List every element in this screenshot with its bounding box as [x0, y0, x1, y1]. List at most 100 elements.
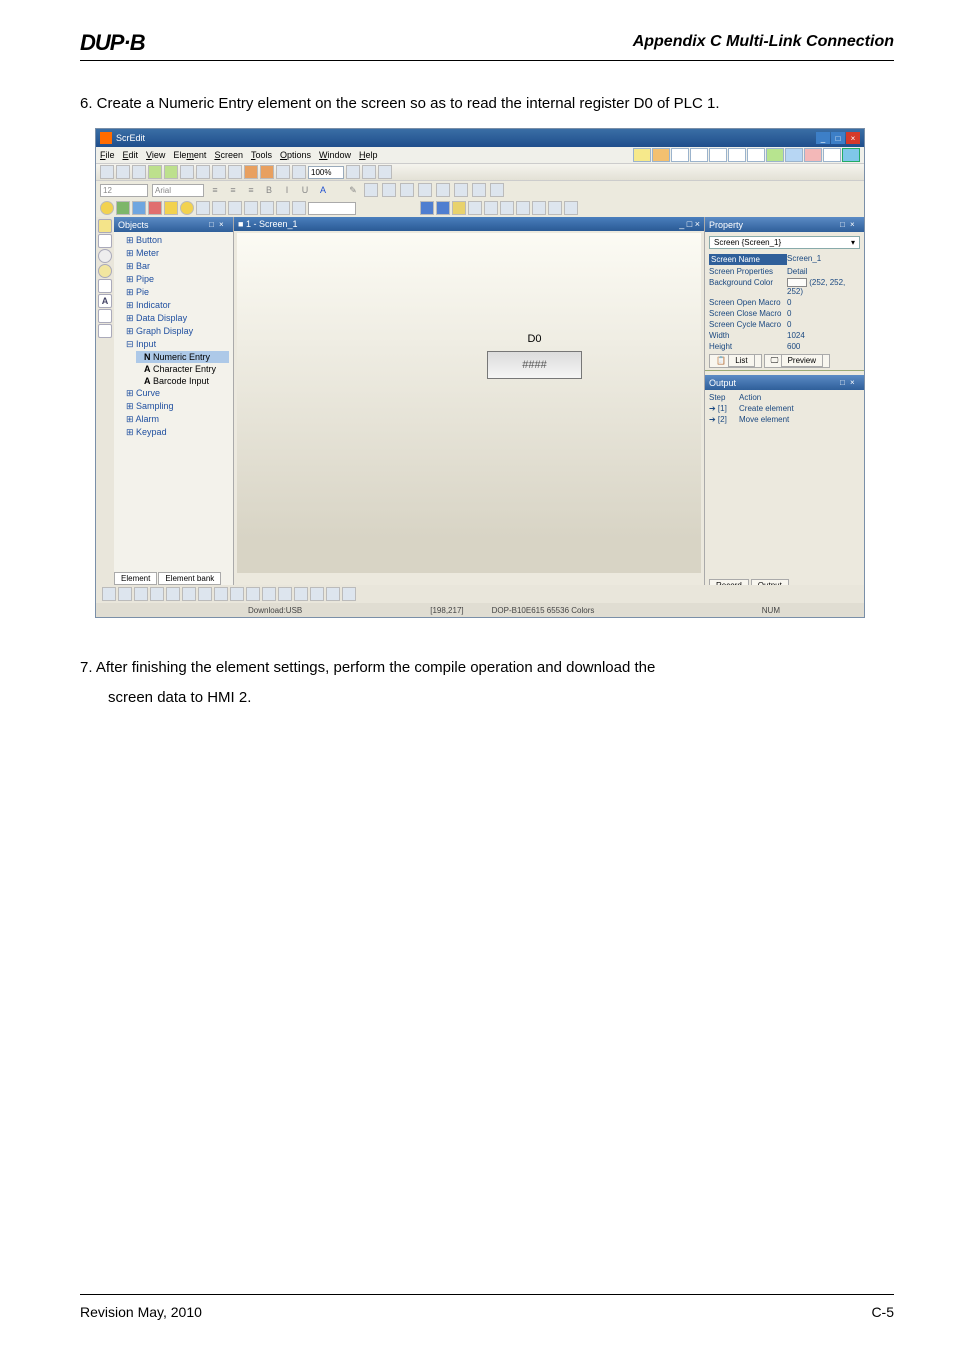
tab-element[interactable]: Element	[114, 572, 157, 585]
menu-tools[interactable]: Tools	[251, 150, 272, 160]
zoom-in-icon[interactable]	[346, 165, 360, 179]
redo-icon[interactable]	[164, 165, 178, 179]
bt15-icon[interactable]	[326, 587, 340, 601]
sq4-icon[interactable]	[418, 183, 432, 197]
tree-curve[interactable]: ⊞ Curve	[118, 387, 229, 400]
bt5-icon[interactable]	[166, 587, 180, 601]
prop-height[interactable]: Height600	[705, 341, 864, 352]
zoom-out-icon[interactable]	[362, 165, 376, 179]
b5-icon[interactable]	[484, 201, 498, 215]
prop-open-macro[interactable]: Screen Open Macro0	[705, 297, 864, 308]
bt2-icon[interactable]	[118, 587, 132, 601]
dd-icon[interactable]	[212, 201, 226, 215]
tree-datadisplay[interactable]: ⊞ Data Display	[118, 312, 229, 325]
b9-icon[interactable]	[548, 201, 562, 215]
open-icon[interactable]	[116, 165, 130, 179]
screen-canvas[interactable]: D0 ####	[237, 233, 701, 573]
vtb-rect-icon[interactable]	[98, 234, 112, 248]
tree-button[interactable]: ⊞ Button	[118, 234, 229, 247]
bt13-icon[interactable]	[294, 587, 308, 601]
font-color-icon[interactable]: A	[316, 183, 330, 197]
font-name-select[interactable]: Arial	[152, 184, 204, 197]
panel-close-icon[interactable]: ×	[219, 220, 229, 230]
menu-view[interactable]: View	[146, 150, 165, 160]
vtb-curve-icon[interactable]	[98, 279, 112, 293]
sq8-icon[interactable]	[490, 183, 504, 197]
underline-icon[interactable]: U	[298, 183, 312, 197]
align-center-icon[interactable]: ≡	[226, 183, 240, 197]
pipe-icon[interactable]	[164, 201, 178, 215]
pie-icon[interactable]	[180, 201, 194, 215]
bt8-icon[interactable]	[214, 587, 228, 601]
bt12-icon[interactable]	[278, 587, 292, 601]
vtb-grid-icon[interactable]	[98, 324, 112, 338]
sq5-icon[interactable]	[436, 183, 450, 197]
output-row-1[interactable]: ➔ [1]Create element	[709, 403, 860, 414]
menu-help[interactable]: Help	[359, 150, 378, 160]
bt6-icon[interactable]	[182, 587, 196, 601]
minimize-button[interactable]: _	[816, 132, 830, 144]
b8-icon[interactable]	[532, 201, 546, 215]
sq7-icon[interactable]	[472, 183, 486, 197]
bt1-icon[interactable]	[102, 587, 116, 601]
btn-icon[interactable]	[116, 201, 130, 215]
b3-icon[interactable]	[452, 201, 466, 215]
canvas-min-icon[interactable]: _	[679, 219, 684, 229]
sq6-icon[interactable]	[454, 183, 468, 197]
align-left-icon[interactable]: ≡	[208, 183, 222, 197]
tab-element-bank[interactable]: Element bank	[158, 572, 221, 585]
b6-icon[interactable]	[500, 201, 514, 215]
bt10-icon[interactable]	[246, 587, 260, 601]
vtb-ellipse-icon[interactable]	[98, 264, 112, 278]
menu-window[interactable]: Window	[319, 150, 351, 160]
b4-icon[interactable]	[468, 201, 482, 215]
sq2-icon[interactable]	[382, 183, 396, 197]
zoom-fit-icon[interactable]	[378, 165, 392, 179]
menu-screen[interactable]: Screen	[214, 150, 243, 160]
prop-close-macro[interactable]: Screen Close Macro0	[705, 308, 864, 319]
prop-bgcolor[interactable]: Background Color (252, 252, 252)	[705, 277, 864, 297]
prop-screen-name[interactable]: Screen NameScreen_1	[705, 253, 864, 266]
new-icon[interactable]	[100, 165, 114, 179]
download-icon[interactable]	[260, 165, 274, 179]
lamp-icon[interactable]	[100, 201, 114, 215]
numeric-entry-box[interactable]: ####	[487, 351, 582, 379]
bar-icon[interactable]	[148, 201, 162, 215]
menu-file[interactable]: File	[100, 150, 115, 160]
tree-input[interactable]: ⊟ Input	[118, 338, 229, 351]
align-right-icon[interactable]: ≡	[244, 183, 258, 197]
bt7-icon[interactable]	[198, 587, 212, 601]
pencil-icon[interactable]: ✎	[346, 183, 360, 197]
b1-icon[interactable]	[420, 201, 434, 215]
prop-min-icon[interactable]: □	[840, 220, 850, 230]
italic-icon[interactable]: I	[280, 183, 294, 197]
sq3-icon[interactable]	[400, 183, 414, 197]
tree-alarm[interactable]: ⊞ Alarm	[118, 413, 229, 426]
out-close-icon[interactable]: ×	[850, 378, 860, 388]
screen-icon[interactable]	[292, 165, 306, 179]
menu-edit[interactable]: Edit	[123, 150, 139, 160]
vtb-table-icon[interactable]	[98, 309, 112, 323]
b7-icon[interactable]	[516, 201, 530, 215]
tree-keypad[interactable]: ⊞ Keypad	[118, 426, 229, 439]
bt3-icon[interactable]	[134, 587, 148, 601]
ind-icon[interactable]	[196, 201, 210, 215]
tab-list[interactable]: 📋 List	[709, 354, 762, 368]
b2-icon[interactable]	[436, 201, 450, 215]
canvas-close-icon[interactable]: ×	[695, 219, 700, 229]
vtb-circle-icon[interactable]	[98, 249, 112, 263]
tree-numeric-entry[interactable]: N Numeric Entry	[136, 351, 229, 363]
output-row-2[interactable]: ➔ [2]Move element	[709, 414, 860, 425]
tree-pie[interactable]: ⊞ Pie	[118, 286, 229, 299]
vtb-text-icon[interactable]: A	[98, 294, 112, 308]
cut-icon[interactable]	[180, 165, 194, 179]
tree-sampling[interactable]: ⊞ Sampling	[118, 400, 229, 413]
undo-icon[interactable]	[148, 165, 162, 179]
tree-indicator[interactable]: ⊞ Indicator	[118, 299, 229, 312]
menu-element[interactable]: Element	[173, 150, 206, 160]
save-icon[interactable]	[132, 165, 146, 179]
tree-bar[interactable]: ⊞ Bar	[118, 260, 229, 273]
paste-icon[interactable]	[212, 165, 226, 179]
tree-barcode-input[interactable]: A Barcode Input	[136, 375, 229, 387]
tab-preview[interactable]: 🖵 Preview	[764, 354, 830, 368]
